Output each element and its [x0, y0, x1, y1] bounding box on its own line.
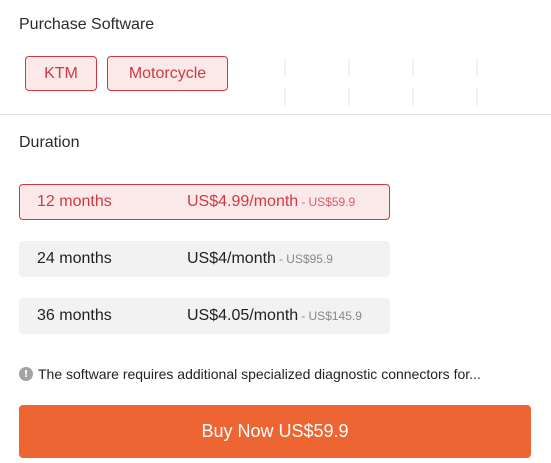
faded-separator — [348, 58, 350, 106]
plan-total-price: - US$145.9 — [301, 309, 362, 323]
section-divider — [0, 114, 551, 115]
plan-months: 24 months — [37, 250, 112, 267]
connector-notice[interactable]: ! The software requires additional speci… — [19, 366, 481, 382]
plan-total-price: - US$95.9 — [278, 252, 333, 266]
duration-option-24-months[interactable]: 24 months US$4/month - US$95.9 — [19, 241, 390, 277]
faded-separator — [412, 58, 414, 106]
duration-title: Duration — [19, 134, 80, 151]
duration-option-12-months[interactable]: 12 months US$4.99/month - US$59.9 — [19, 184, 390, 220]
buy-now-button[interactable]: Buy Now US$59.9 — [19, 405, 531, 458]
purchase-software-title: Purchase Software — [19, 16, 155, 33]
faded-separator — [284, 58, 286, 106]
plan-price-group: US$4.05/month - US$145.9 — [187, 307, 362, 325]
plan-monthly-price: US$4/month — [187, 250, 276, 267]
option-chip-motorcycle[interactable]: Motorcycle — [107, 56, 228, 91]
notice-text: The software requires additional special… — [38, 366, 481, 382]
option-chip-label: KTM — [44, 64, 78, 82]
plan-monthly-price: US$4.99/month — [187, 193, 299, 210]
faded-separator — [476, 58, 478, 106]
plan-price-group: US$4.99/month - US$59.9 — [187, 193, 355, 211]
plan-total-price: - US$59.9 — [301, 195, 356, 209]
plan-months: 36 months — [37, 307, 112, 324]
info-icon: ! — [19, 367, 33, 381]
plan-months: 12 months — [37, 193, 112, 210]
option-chip-label: Motorcycle — [128, 64, 207, 82]
plan-monthly-price: US$4.05/month — [187, 307, 299, 324]
option-chip-ktm[interactable]: KTM — [25, 56, 97, 91]
duration-option-36-months[interactable]: 36 months US$4.05/month - US$145.9 — [19, 298, 390, 334]
plan-price-group: US$4/month - US$95.9 — [187, 250, 333, 268]
